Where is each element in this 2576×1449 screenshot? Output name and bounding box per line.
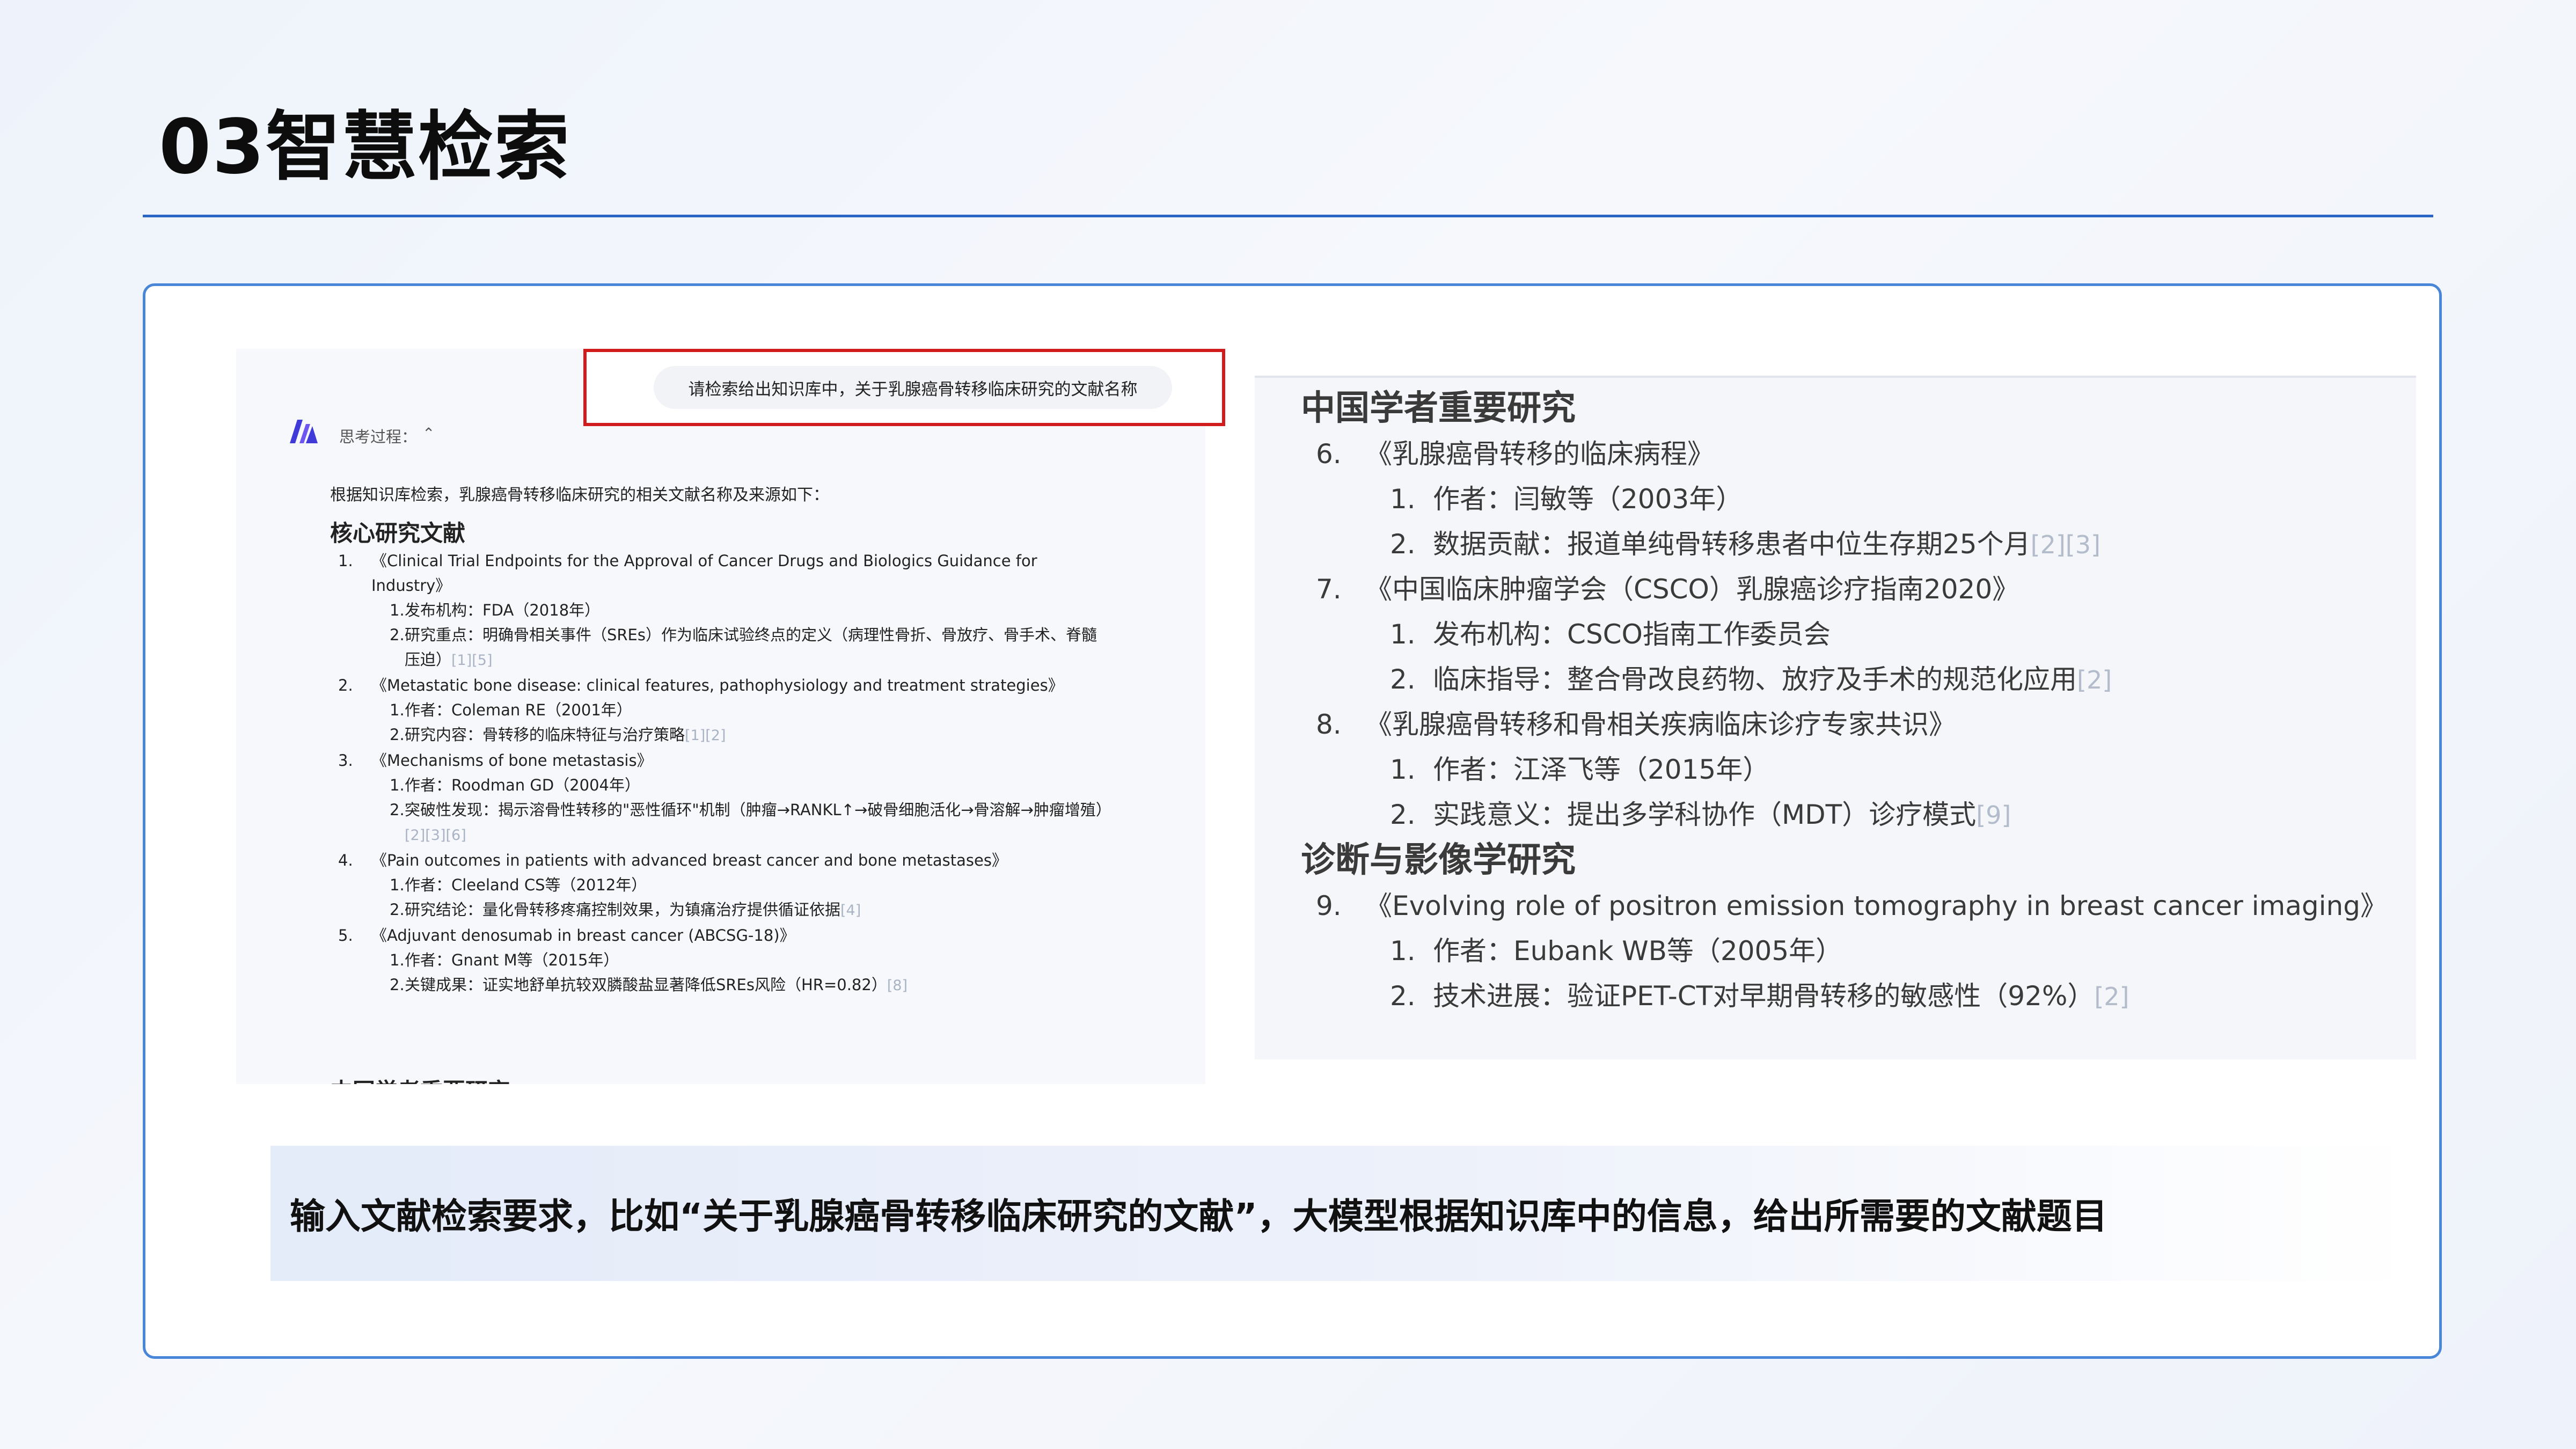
list-subitem: 2. 突破性发现：揭示溶骨性转移的"恶性循环"机制（肿瘤→RANKL↑→破骨细胞活…: [390, 801, 1111, 844]
list-item: 5. 《Adjuvant denosumab in breast cancer (…: [338, 926, 795, 945]
list-subitem: 1. 作者：江泽飞等（2015年）: [1390, 754, 1770, 785]
list-subitem: 1. 发布机构：FDA（2018年）: [390, 601, 601, 619]
citation-ref[interactable]: [1][2]: [685, 727, 726, 744]
thinking-process-toggle[interactable]: 思考过程：: [339, 425, 417, 447]
list-subitem: 2. 技术进展：验证PET-CT对早期骨转移的敏感性（92%）[2]: [1390, 980, 2129, 1012]
list-subitem: 1. 作者：Cleeland CS等（2012年）: [390, 876, 647, 894]
chat-section-heading: 核心研究文献: [330, 520, 466, 546]
list-subitem: 1. 作者：Eubank WB等（2005年）: [1390, 935, 1843, 967]
list-subitem: 2. 研究内容：骨转移的临床特征与治疗策略[1][2]: [390, 726, 726, 744]
title-divider: [143, 215, 2433, 217]
chat-reference-list: 1. 《Clinical Trial Endpoints for the Appr…: [338, 548, 1111, 998]
section-heading: 中国学者重要研究: [1301, 389, 1576, 428]
list-item: 4. 《Pain outcomes in patients with advanc…: [338, 851, 1007, 869]
ai-logo-icon: [290, 420, 318, 443]
chat-answer-intro: 根据知识库检索，乳腺癌骨转移临床研究的相关文献名称及来源如下：: [330, 486, 829, 504]
list-item: 6. 《乳腺癌骨转移的临床病程》: [1316, 438, 1714, 470]
slide-title: 03智慧检索: [159, 104, 570, 191]
caption-band: 输入文献检索要求，比如“关于乳腺癌骨转移临床研究的文献”，大模型根据知识库中的信…: [270, 1146, 2415, 1281]
zoomed-answer-content: 中国学者重要研究 6. 《乳腺癌骨转移的临床病程》 1. 作者：闫敏等（2003年）…: [1301, 385, 2406, 1019]
citation-ref[interactable]: [2]: [2094, 982, 2129, 1011]
list-item: 9. 《Evolving role of positron emission to…: [1316, 890, 2387, 921]
section-heading: 诊断与影像学研究: [1301, 840, 1576, 880]
list-subitem: 1. 作者：Roodman GD（2004年）: [390, 776, 640, 794]
citation-ref[interactable]: [9]: [1976, 801, 2011, 830]
list-subitem: 2. 临床指导：整合骨改良药物、放疗及手术的规范化应用[2]: [1390, 664, 2112, 695]
list-item: 8. 《乳腺癌骨转移和骨相关疾病临床诊疗专家共识》: [1316, 709, 1956, 740]
list-subitem: 1. 作者：闫敏等（2003年）: [1390, 484, 1743, 515]
citation-ref[interactable]: [4]: [840, 902, 861, 919]
list-subitem: 2. 研究结论：量化骨转移疼痛控制效果，为镇痛治疗提供循证依据[4]: [390, 901, 861, 919]
list-item: 3. 《Mechanisms of bone metastasis》: [338, 751, 653, 770]
list-subitem: 1. 发布机构：CSCO指南工作委员会: [1390, 619, 1831, 650]
list-subitem: 2. 研究重点：明确骨相关事件（SREs）作为临床试验终点的定义（病理性骨折、骨放…: [390, 626, 1097, 669]
list-item: 7. 《中国临床肿瘤学会（CSCO）乳腺癌诊疗指南2020》: [1316, 574, 2019, 605]
chat-cut-heading: 中国学者重要研究: [330, 1073, 510, 1084]
list-item: 2. 《Metastatic bone disease: clinical fea…: [338, 676, 1064, 694]
chat-scroll-cutoff: 中国学者重要研究: [236, 1068, 1205, 1084]
list-subitem: 1. 作者：Gnant M等（2015年）: [390, 951, 619, 969]
citation-ref[interactable]: [1][5]: [451, 652, 493, 669]
list-subitem: 1. 作者：Coleman RE（2001年）: [390, 701, 632, 719]
citation-ref[interactable]: [2][3][6]: [405, 827, 466, 844]
citation-ref[interactable]: [2]: [2077, 665, 2112, 694]
citation-ref[interactable]: [8]: [887, 977, 908, 994]
slide-caption: 输入文献检索要求，比如“关于乳腺癌骨转移临床研究的文献”，大模型根据知识库中的信…: [290, 1196, 2107, 1237]
citation-ref[interactable]: [2][3]: [2031, 530, 2101, 559]
chevron-up-icon[interactable]: ⌃: [422, 425, 435, 442]
list-subitem: 2. 实践意义：提出多学科协作（MDT）诊疗模式[9]: [1390, 799, 2011, 830]
list-subitem: 2. 关键成果：证实地舒单抗较双膦酸盐显著降低SREs风险（HR=0.82）[8]: [390, 976, 908, 994]
list-item: 1. 《Clinical Trial Endpoints for the Appr…: [338, 552, 1037, 595]
list-subitem: 2. 数据贡献：报道单纯骨转移患者中位生存期25个月[2][3]: [1390, 529, 2101, 560]
user-query-bubble: 请检索给出知识库中，关于乳腺癌骨转移临床研究的文献名称: [654, 366, 1172, 409]
